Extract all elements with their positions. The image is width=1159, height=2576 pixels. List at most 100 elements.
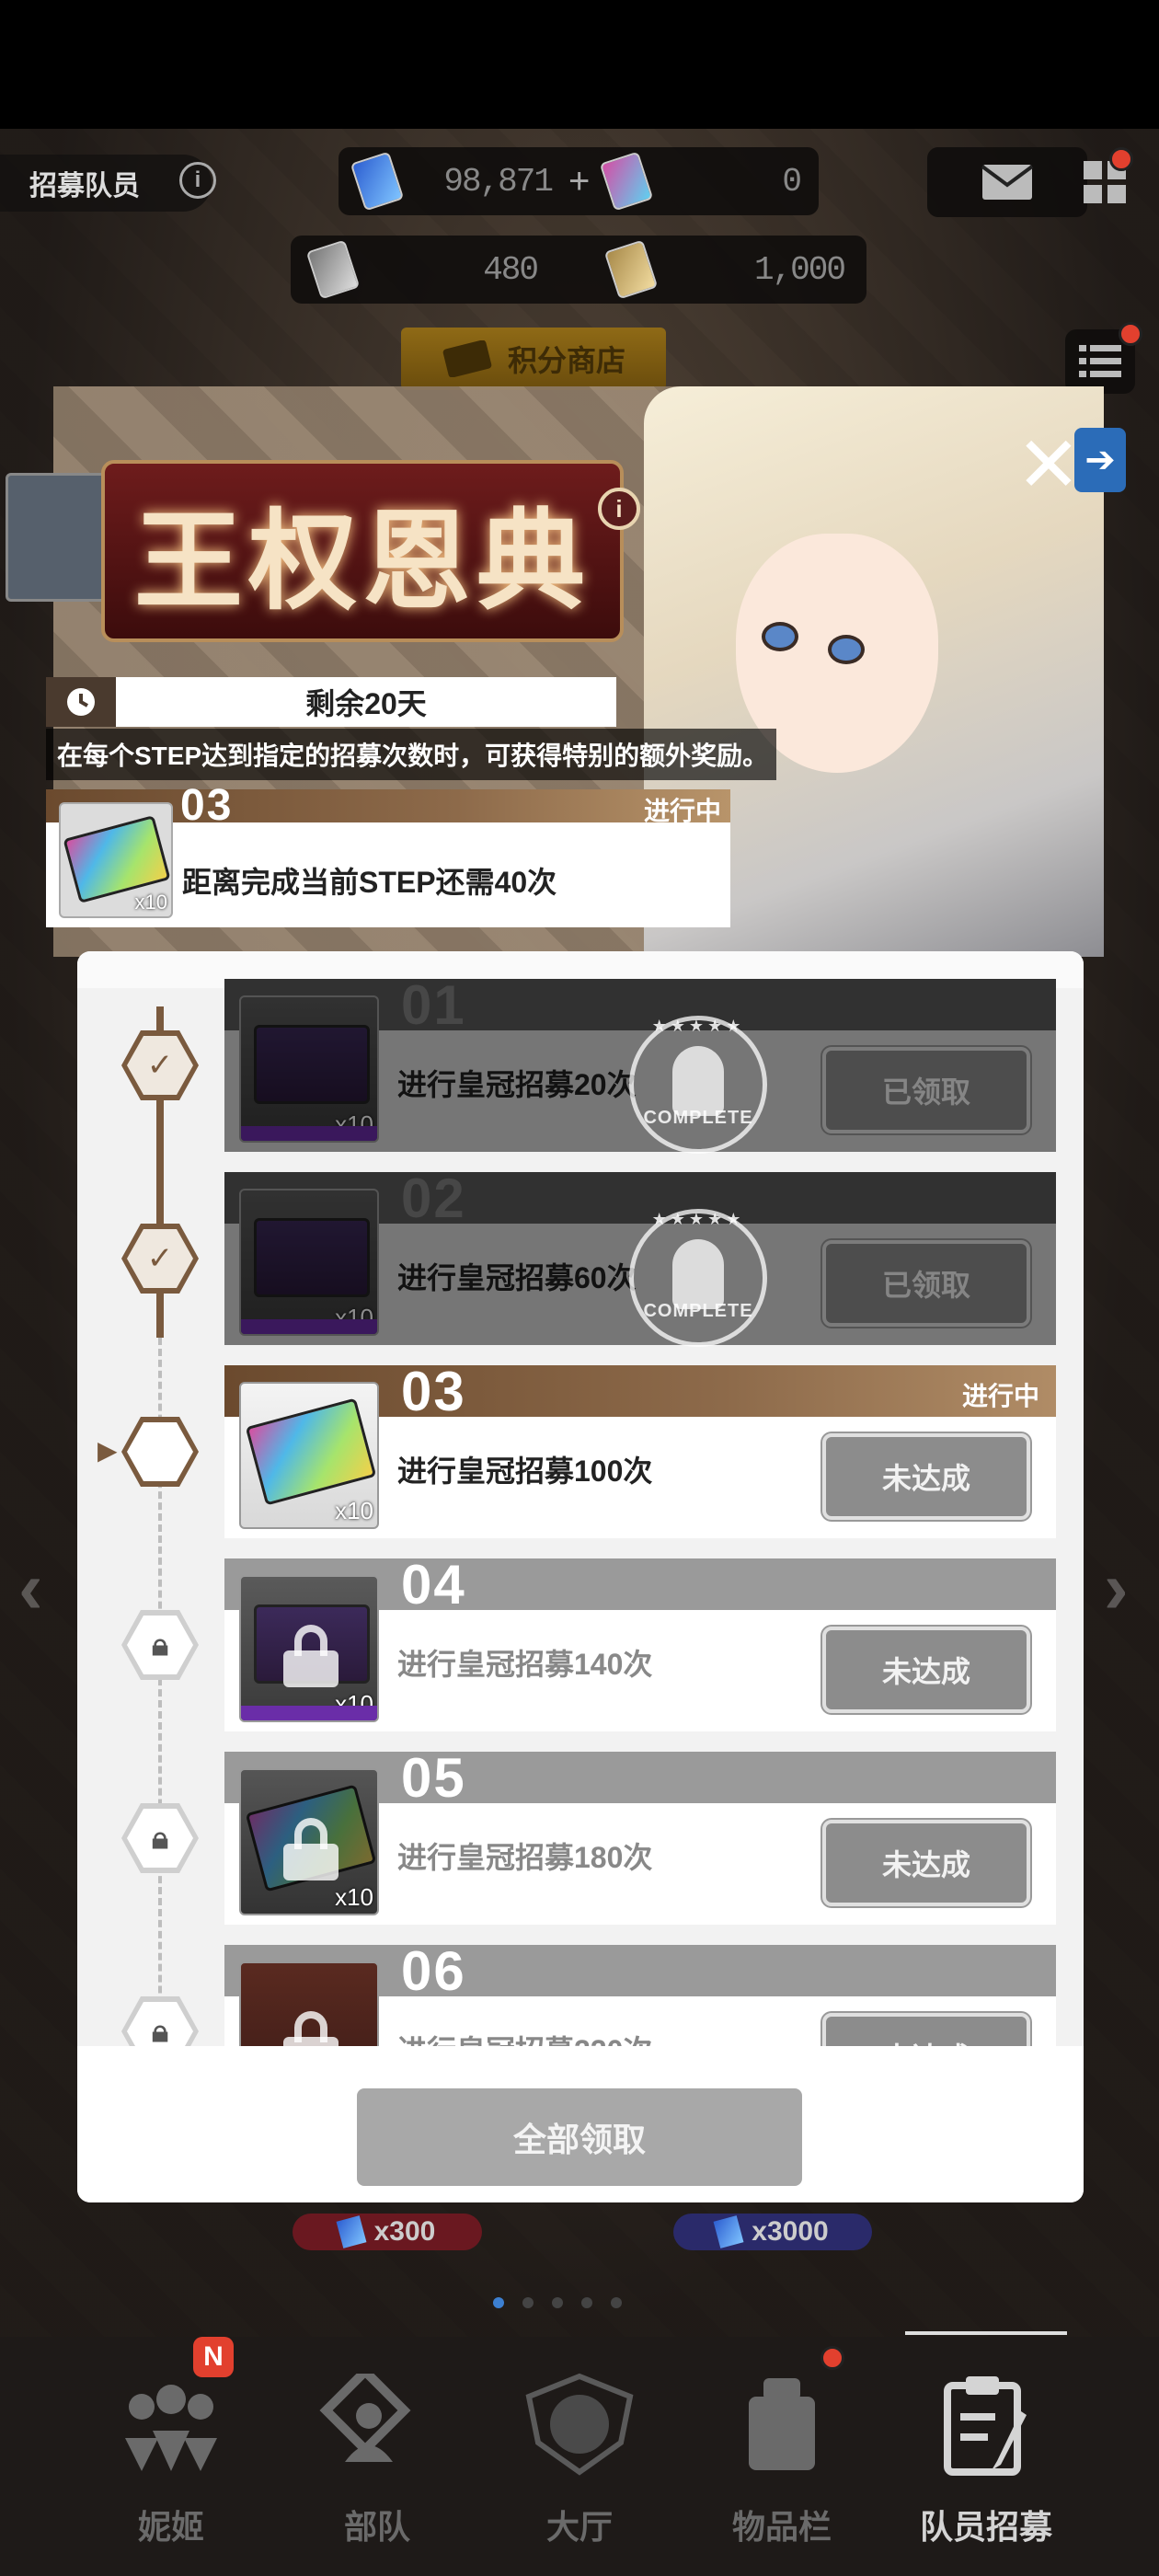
page-dot bbox=[493, 2297, 504, 2308]
pointer-arrow-icon: ▶ bbox=[98, 1436, 118, 1465]
step-node-02: ✓ bbox=[121, 1224, 199, 1294]
event-description: 在每个STEP达到指定的招募次数时，可获得特别的额外奖励。 bbox=[46, 729, 776, 780]
current-step-status: 进行中 bbox=[643, 797, 721, 825]
reward-quantity: x10 bbox=[335, 1497, 373, 1524]
page-indicator bbox=[493, 2297, 622, 2308]
claim-all-button[interactable]: 全部领取 bbox=[357, 2088, 802, 2186]
clock-icon bbox=[46, 677, 116, 727]
gem-icon bbox=[713, 2215, 744, 2248]
nav-label: 部队 bbox=[343, 2508, 410, 2546]
step-node-03 bbox=[121, 1417, 199, 1487]
notification-dot bbox=[1119, 322, 1142, 346]
add-gem-button[interactable]: + bbox=[568, 161, 590, 202]
list-icon bbox=[1079, 345, 1121, 377]
nav-inventory[interactable]: 物品栏 bbox=[681, 2328, 883, 2576]
step-row-04: 04 x10 进行皇冠招募140次 未达成 bbox=[224, 1554, 1056, 1731]
currency-bar-top: 98,871 + 0 bbox=[339, 147, 819, 215]
step-number: 05 bbox=[401, 1747, 466, 1809]
chevron-left-icon[interactable]: ‹ bbox=[18, 1546, 43, 1630]
lobby-icon bbox=[520, 2364, 639, 2484]
step-requirement: 进行皇冠招募100次 bbox=[397, 1455, 653, 1488]
step-number: 04 bbox=[401, 1554, 466, 1616]
lock-small-icon: 🔒︎ bbox=[127, 1809, 193, 1868]
step-row-05: 05 x10 进行皇冠招募180次 未达成 bbox=[224, 1747, 1056, 1925]
gold-ticket-value: 1,000 bbox=[753, 250, 846, 289]
ticket-icon bbox=[442, 340, 492, 377]
silver-ticket-value: 480 bbox=[483, 250, 539, 289]
people-icon bbox=[111, 2364, 231, 2484]
close-icon[interactable]: ✕ bbox=[1012, 426, 1085, 503]
step-node-01: ✓ bbox=[121, 1030, 199, 1100]
menu-grid-button[interactable] bbox=[1063, 147, 1146, 217]
check-icon: ✓ bbox=[127, 1036, 193, 1095]
nav-label: 物品栏 bbox=[731, 2508, 832, 2546]
nav-lobby[interactable]: 大厅 bbox=[478, 2328, 681, 2576]
not-achieved-button[interactable]: 未达成 bbox=[822, 1820, 1030, 1906]
squad-icon bbox=[317, 2364, 437, 2484]
step-reward[interactable]: x10 bbox=[239, 1382, 379, 1529]
nav-label: 大厅 bbox=[545, 2508, 613, 2546]
step-number: 03 bbox=[401, 1361, 466, 1422]
nav-squad[interactable]: 部队 bbox=[276, 2328, 478, 2576]
remaining-time-bar: 剩余20天 bbox=[46, 677, 616, 727]
voucher-value: 0 bbox=[782, 162, 802, 201]
current-step-card: 03 进行中 x10 距离完成当前STEP还需40次 bbox=[46, 781, 730, 927]
not-achieved-button[interactable]: 未达成 bbox=[822, 1627, 1030, 1713]
step-node-05: 🔒︎ bbox=[121, 1803, 199, 1873]
complete-stamp: ★★★★★ COMPLETE bbox=[629, 1016, 767, 1154]
currency-bar-tickets: 480 1,000 bbox=[291, 236, 866, 304]
step-requirement: 进行皇冠招募140次 bbox=[397, 1648, 653, 1681]
status-area-background bbox=[0, 0, 1159, 129]
lock-icon bbox=[283, 1818, 339, 1880]
step-node-04: 🔒︎ bbox=[121, 1610, 199, 1680]
voucher-icon bbox=[600, 151, 654, 212]
page-dot bbox=[611, 2297, 622, 2308]
inventory-icon bbox=[722, 2364, 842, 2484]
lock-icon bbox=[283, 1625, 339, 1687]
info-icon[interactable]: i bbox=[179, 162, 216, 199]
recruit-10-cost-label: x3000 bbox=[752, 2216, 829, 2247]
gold-ticket-icon bbox=[603, 239, 659, 300]
nav-nikke[interactable]: 妮姬 N bbox=[70, 2328, 272, 2576]
side-banner-card[interactable] bbox=[6, 473, 114, 602]
silver-ticket-icon bbox=[305, 239, 361, 300]
reward-quantity: x10 bbox=[335, 1690, 373, 1718]
bottom-nav: 妮姬 N 部队 大厅 物品栏 队员招募 bbox=[0, 2328, 1159, 2576]
mail-icon bbox=[981, 165, 1034, 200]
clipboard-pen-icon bbox=[926, 2364, 1046, 2484]
recruit-1-cost[interactable]: x300 bbox=[293, 2214, 482, 2250]
step-reward[interactable]: x10 bbox=[239, 1768, 379, 1915]
step-row-02: 02 x10 进行皇冠招募60次 已领取 ★★★★★ COMPLETE bbox=[224, 1170, 1056, 1347]
notification-dot bbox=[820, 2346, 844, 2370]
stars-icon: ★★★★★ bbox=[651, 1210, 745, 1228]
event-title: 王权恩典 bbox=[101, 460, 624, 642]
step-reward[interactable]: x10 bbox=[239, 1575, 379, 1722]
lock-small-icon: 🔒︎ bbox=[127, 1616, 193, 1674]
recruit-1-cost-label: x300 bbox=[373, 2216, 436, 2247]
point-shop-label: 积分商店 bbox=[507, 344, 625, 377]
nav-label: 队员招募 bbox=[919, 2508, 1052, 2546]
step-row-03: 03 进行中 x10 进行皇冠招募100次 未达成 bbox=[224, 1361, 1056, 1538]
new-badge: N bbox=[193, 2337, 234, 2377]
current-step-number: 03 bbox=[180, 781, 234, 830]
current-step-reward[interactable]: x10 bbox=[59, 802, 173, 918]
thumbs-up-icon bbox=[672, 1239, 724, 1309]
page-dot bbox=[552, 2297, 563, 2308]
gem-icon bbox=[350, 151, 405, 212]
nav-recruit[interactable]: 队员招募 bbox=[885, 2328, 1087, 2576]
complete-stamp: ★★★★★ COMPLETE bbox=[629, 1209, 767, 1347]
reward-quantity: x10 bbox=[335, 1883, 373, 1911]
chevron-right-icon[interactable]: › bbox=[1104, 1546, 1129, 1630]
not-achieved-button[interactable]: 未达成 bbox=[822, 1433, 1030, 1520]
step-status: 进行中 bbox=[961, 1382, 1039, 1410]
page-dot bbox=[581, 2297, 592, 2308]
reward-quantity: x10 bbox=[134, 891, 167, 914]
remaining-time-text: 剩余20天 bbox=[305, 687, 427, 720]
recruit-10-cost[interactable]: x3000 bbox=[673, 2214, 872, 2250]
event-info-icon[interactable]: i bbox=[598, 488, 640, 530]
step-list-panel[interactable]: 01 x10 进行皇冠招募20次 已领取 ★★★★★ COMPLETE 02 x… bbox=[77, 951, 1084, 2202]
current-node bbox=[127, 1422, 193, 1481]
character-eye bbox=[828, 635, 865, 664]
nav-label: 妮姬 bbox=[137, 2508, 204, 2546]
point-shop-button[interactable]: 积分商店 bbox=[401, 328, 666, 390]
